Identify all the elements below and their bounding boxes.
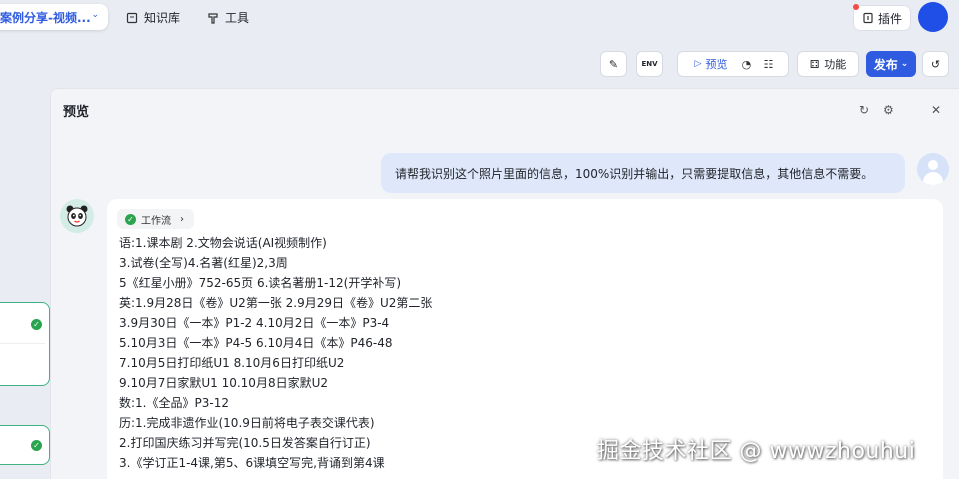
response-line: 历:1.完成非遗作业(10.9日前将电子表交课代表): [119, 416, 375, 430]
plugin-label: 插件: [877, 11, 902, 26]
features-label: 功能: [824, 58, 847, 71]
chevron-right-icon: ›: [180, 213, 184, 225]
response-line: 5.10月3日《一本》P4-5 6.10月4日《本》P46-48: [119, 336, 393, 350]
watermark: 掘金技术社区 @ wwwzhouhui: [597, 439, 916, 464]
response-line: 7.10月5日打印纸U1 8.10月6日打印纸U2: [119, 356, 345, 370]
history-icon: ↺: [930, 57, 941, 71]
preview-button-label: 预览: [705, 58, 728, 71]
response-text: 语:1.课本剧 2.文物会说话(AI视频制作) 3.试卷(全写)4.名著(红星)…: [119, 233, 432, 473]
play-icon: ▷: [694, 59, 702, 69]
bot-avatar: [60, 199, 94, 233]
workflow-node[interactable]: ✓: [0, 425, 50, 465]
success-check-icon: ✓: [31, 440, 42, 451]
variables-button[interactable]: ☷: [757, 58, 779, 71]
debug-button[interactable]: ◔: [735, 58, 757, 71]
list-icon: ☷: [763, 57, 774, 71]
chevron-down-icon: ⌄: [900, 59, 909, 69]
panda-icon: [66, 205, 88, 227]
nav-knowledge-base-label: 知识库: [144, 11, 181, 25]
response-line: 3.9月30日《一本》P1-2 4.10月2日《一本》P3-4: [119, 316, 390, 330]
preview-button[interactable]: ▷ 预览: [687, 56, 736, 72]
edit-icon: ✎: [608, 57, 619, 71]
env-icon: ENV: [641, 60, 658, 68]
response-line: 3.试卷(全写)4.名著(红星)2,3周: [119, 256, 288, 270]
nav-tools-label: 工具: [225, 11, 250, 25]
preview-panel: 预览 ↻ ⚙ ✕ 请帮我识别这个照片里面的信息，100%识别并输出，只需要提取信…: [50, 88, 959, 479]
panel-title: 预览: [63, 105, 90, 120]
user-message: 请帮我识别这个照片里面的信息，100%识别并输出，只需要提取信息，其他信息不需要…: [381, 153, 905, 193]
publish-label: 发布: [873, 57, 898, 72]
preview-toolbar-group: ▷ 预览 ◔ ☷: [677, 51, 789, 77]
notification-dot: [853, 4, 859, 10]
grid-icon: ⚃: [809, 57, 820, 71]
workflow-node[interactable]: ✓: [0, 302, 50, 386]
workflow-chip-label: 工作流: [141, 215, 171, 227]
response-line: 语:1.课本剧 2.文物会说话(AI视频制作): [119, 236, 327, 250]
tool-icon: [208, 12, 218, 24]
top-nav: 案例分享-视频... ⌄ 知识库 工具 插件: [0, 0, 959, 36]
close-icon[interactable]: ✕: [931, 103, 941, 117]
plugin-icon: [863, 12, 873, 24]
edit-button[interactable]: ✎: [600, 51, 627, 77]
project-title: 案例分享-视频...: [0, 10, 91, 25]
settings-sliders-icon[interactable]: ⚙: [883, 103, 894, 117]
workflow-chip[interactable]: ✓ 工作流 ›: [117, 209, 194, 229]
success-check-icon: ✓: [31, 319, 42, 330]
reset-icon[interactable]: ↻: [859, 103, 869, 117]
response-line: 9.10月7日家默U1 10.10月8日家默U2: [119, 376, 328, 390]
nav-tools[interactable]: 工具: [207, 9, 249, 26]
success-check-icon: ✓: [125, 213, 136, 225]
response-line: 5《红星小册》752-65页 6.读名著册1-12(开学补写): [119, 276, 402, 290]
response-line: 英:1.9月28日《卷》U2第一张 2.9月29日《卷》U2第二张: [119, 296, 433, 310]
env-button[interactable]: ENV: [636, 51, 663, 77]
user-avatar: [917, 153, 949, 185]
publish-button[interactable]: 发布 ⌄: [866, 51, 916, 77]
book-icon: [126, 12, 138, 23]
clock-check-icon: ◔: [741, 57, 752, 71]
user-avatar-top[interactable]: [918, 2, 948, 32]
plugin-button[interactable]: 插件: [853, 4, 911, 31]
response-line: 数:1.《全品》P3-12: [119, 396, 229, 410]
features-button[interactable]: ⚃ 功能: [797, 51, 859, 77]
history-button[interactable]: ↺: [922, 51, 949, 77]
project-title-selector[interactable]: 案例分享-视频... ⌄: [0, 4, 108, 30]
nav-knowledge-base[interactable]: 知识库: [126, 9, 180, 26]
response-line: 2.打印国庆练习并写完(10.5日发答案自行订正): [119, 436, 371, 450]
response-line: 3.《学订正1-4课,第5、6课填空写完,背诵到第4课: [119, 456, 385, 470]
chevron-down-icon: ⌄: [91, 10, 99, 20]
